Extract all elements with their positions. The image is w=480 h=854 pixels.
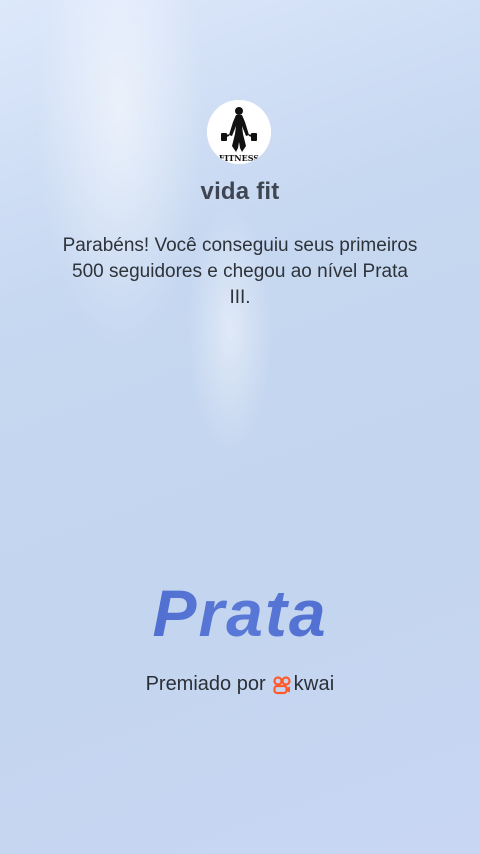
award-line: Premiado por kwai xyxy=(0,673,480,696)
avatar[interactable]: FITNESS xyxy=(207,100,271,164)
kwai-wordmark: kwai xyxy=(293,673,335,695)
fitness-woman-icon: FITNESS xyxy=(207,100,271,164)
award-prefix: Premiado por xyxy=(145,673,266,695)
kwai-logo-icon xyxy=(273,675,291,694)
username: vida fit xyxy=(200,178,280,205)
achievement-message: Parabéns! Você conseguiu seus primeiros … xyxy=(62,235,418,308)
kwai-brand[interactable]: kwai xyxy=(272,673,335,696)
svg-text:FITNESS: FITNESS xyxy=(219,153,259,163)
level-title: Prata xyxy=(0,575,480,651)
